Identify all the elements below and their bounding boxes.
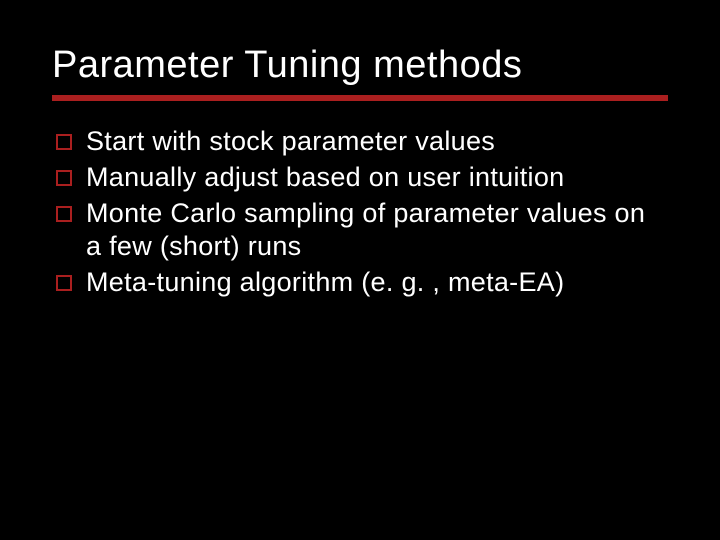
title-underline <box>52 95 668 101</box>
list-item: Meta-tuning algorithm (e. g. , meta-EA) <box>56 266 668 300</box>
bullet-text: Monte Carlo sampling of parameter values… <box>86 197 668 265</box>
slide-container: Parameter Tuning methods Start with stoc… <box>0 0 720 540</box>
square-bullet-icon <box>56 275 72 291</box>
list-item: Manually adjust based on user intuition <box>56 161 668 195</box>
square-bullet-icon <box>56 206 72 222</box>
bullet-text: Start with stock parameter values <box>86 125 495 159</box>
bullet-list: Start with stock parameter values Manual… <box>52 125 668 300</box>
slide-title: Parameter Tuning methods <box>52 44 668 87</box>
bullet-text: Manually adjust based on user intuition <box>86 161 565 195</box>
list-item: Start with stock parameter values <box>56 125 668 159</box>
bullet-text: Meta-tuning algorithm (e. g. , meta-EA) <box>86 266 564 300</box>
list-item: Monte Carlo sampling of parameter values… <box>56 197 668 265</box>
square-bullet-icon <box>56 170 72 186</box>
square-bullet-icon <box>56 134 72 150</box>
